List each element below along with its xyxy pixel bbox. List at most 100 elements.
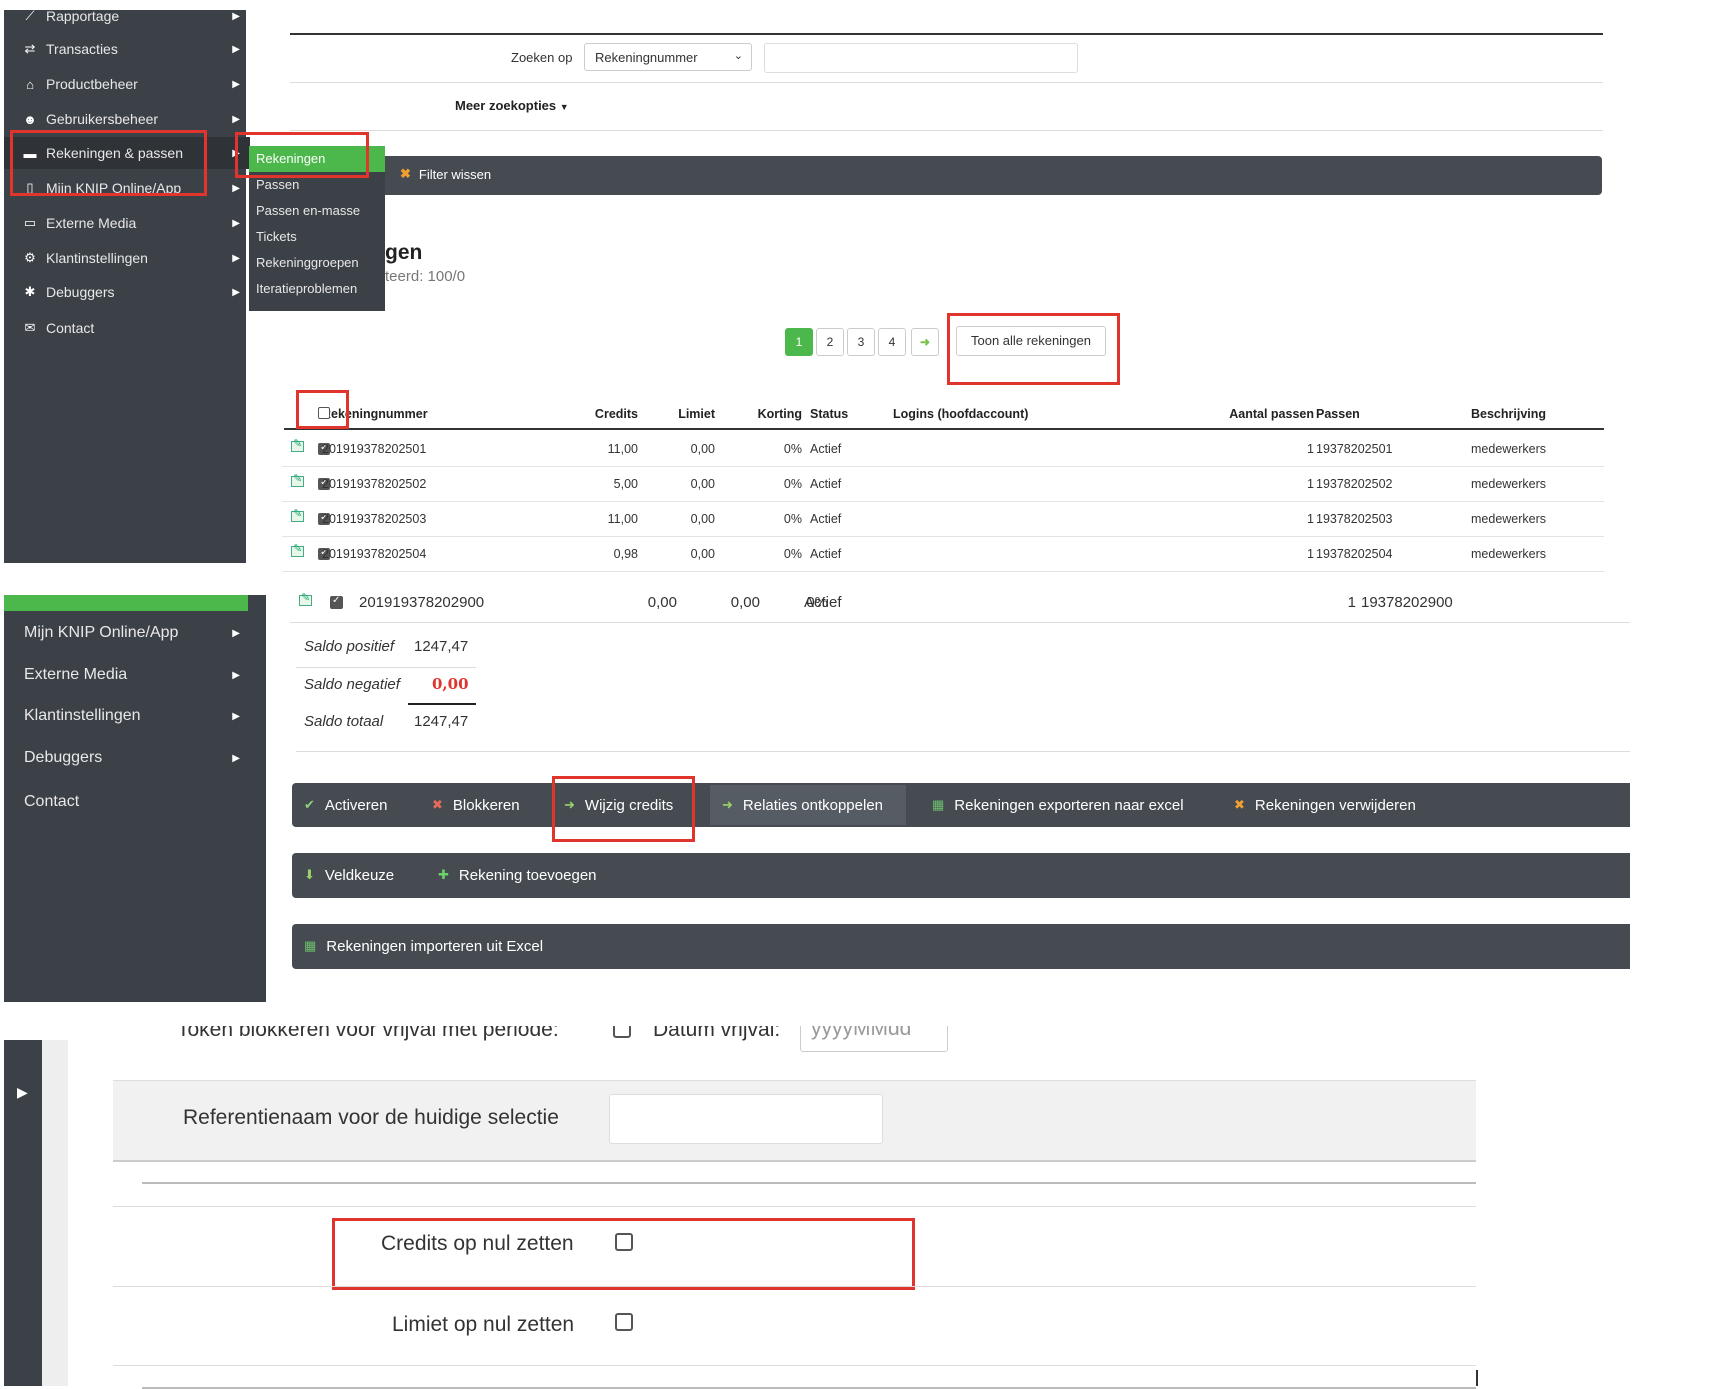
release-date-placeholder: yyyyMMdd [811, 1026, 912, 1040]
filter-clear-label: Filter wissen [418, 166, 492, 182]
column-header-korting[interactable]: Korting [747, 407, 802, 421]
cell-korting: 0% [783, 512, 802, 526]
rekeningen-importeren-uit-excel-button[interactable]: ▦ Rekeningen importeren uit Excel [304, 926, 543, 966]
page-2-button[interactable]: 2 [816, 328, 844, 356]
page-4-button[interactable]: 4 [878, 328, 906, 356]
submenu-item-passen-en-masse[interactable]: Passen en-masse [249, 198, 385, 224]
rekeningen-verwijderen-button[interactable]: ✖ Rekeningen verwijderen [1234, 785, 1416, 825]
column-header-logins-hoofdaccount[interactable]: Logins (hoofdaccount) [893, 407, 1093, 421]
veldkeuze-label: Veldkeuze [324, 866, 395, 884]
cell: 0,00 [730, 594, 760, 611]
divider [290, 130, 1603, 131]
block-icon: ✖ [432, 797, 443, 812]
column-header-rekeningnummer[interactable]: Rekeningnummer [322, 407, 522, 421]
cell-rekeningnummer[interactable]: 201919378202502 [322, 477, 522, 491]
edit-icon[interactable] [291, 507, 304, 522]
release-date-input[interactable]: yyyyMMdd [800, 1026, 948, 1052]
reference-label: Referentienaam voor de huidige selectie [183, 1106, 559, 1129]
plus-icon: ✚ [438, 867, 449, 882]
cell-passen: 19378202504 [1316, 547, 1393, 561]
block-token-checkbox[interactable] [613, 1026, 631, 1038]
relaties-ontkoppelen-button[interactable]: ➜ Relaties ontkoppelen [722, 785, 883, 825]
cell-status: Actief [810, 512, 842, 526]
edit-icon[interactable] [291, 437, 304, 452]
sidebar-item-externe-media[interactable]: Externe Media ▶ [4, 655, 250, 695]
cell: 19378202900 [1361, 594, 1453, 611]
caret-right-icon[interactable]: ▶ [17, 1084, 28, 1101]
table-row: 201919378202502 5,00 0,00 0% Actief 119378202… [282, 467, 1604, 502]
table-row: 201919378202504 0,98 0,00 0% Actief 119378202… [282, 537, 1604, 572]
column-header-credits[interactable]: Credits [578, 407, 638, 421]
activeren-button[interactable]: ✔ Activeren [304, 785, 387, 825]
sidebar-item-label: Mijn KNIP Online/App [24, 624, 179, 641]
rekening-toevoegen-button[interactable]: ✚ Rekening toevoegen [438, 855, 597, 895]
blokkeren-label: Blokkeren [452, 796, 520, 814]
column-header-passen[interactable]: Passen [1316, 407, 1436, 421]
cell-korting: 0% [783, 442, 802, 456]
cell-credits: 11,00 [607, 512, 638, 526]
cell: 0,00 [647, 594, 677, 611]
cell-beschrijving: medewerkers [1471, 477, 1547, 491]
column-header-beschrijving[interactable]: Beschrijving [1471, 407, 1601, 421]
more-search-options-toggle[interactable]: Meer zoekopties ▼ [455, 98, 569, 113]
submenu-item-iteratieproblemen[interactable]: Iteratieproblemen [249, 276, 385, 302]
cell-rekeningnummer[interactable]: 201919378202504 [322, 547, 522, 561]
table-row: 201919378202503 11,00 0,00 0% Actief 11937820… [282, 502, 1604, 537]
table-body: 20191937820250111,000,000%Actief11937820… [282, 432, 1604, 572]
cell-aantal-passen: 1 [1307, 547, 1314, 561]
cell-passen: 19378202503 [1316, 512, 1393, 526]
cell-rekeningnummer[interactable]: 201919378202503 [322, 512, 522, 526]
sidebar-item-klantinstellingen[interactable]: Klantinstellingen ▶ [4, 696, 250, 736]
sidebar-item-debuggers[interactable]: Debuggers ▶ [4, 738, 250, 778]
excel-icon: ▦ [932, 797, 945, 812]
cell-korting: 0% [783, 477, 802, 491]
cell-status: Actief [810, 547, 842, 561]
row-checkbox[interactable] [330, 595, 343, 609]
search-input[interactable] [764, 43, 1078, 73]
page-3-button[interactable]: 3 [847, 328, 875, 356]
sidebar-item-label: Externe Media [24, 666, 128, 683]
divider [296, 667, 476, 668]
search-field-select[interactable]: Rekeningnummer ⌄ [584, 43, 752, 71]
edit-icon[interactable] [291, 542, 304, 557]
arrow-icon: ➜ [722, 797, 733, 812]
caret-right-icon: ▶ [232, 752, 240, 764]
highlight-select-all [296, 390, 349, 429]
cell-rekeningnummer[interactable]: 201919378202501 [322, 442, 522, 456]
cell[interactable]: 201919378202900 [359, 594, 559, 611]
limit-zero-checkbox[interactable] [615, 1313, 633, 1331]
page-1-button[interactable]: 1 [785, 328, 813, 356]
relaties-ontkoppelen-label: Relaties ontkoppelen [742, 796, 884, 814]
submenu-item-tickets[interactable]: Tickets [249, 224, 385, 250]
sidebar-item-label: Contact [24, 793, 80, 810]
cell-limiet: 0,00 [690, 477, 715, 491]
cell: Actief [804, 594, 842, 611]
submenu-item-rekeninggroepen[interactable]: Rekeninggroepen [249, 250, 385, 276]
reference-input[interactable] [609, 1094, 883, 1144]
table-header-line [284, 428, 1604, 430]
search-field-select-value: Rekeningnummer [595, 50, 698, 65]
sidebar-item-contact[interactable]: Contact [4, 782, 250, 822]
edit-icon[interactable] [291, 472, 304, 487]
rekening-toevoegen-label: Rekening toevoegen [458, 866, 597, 884]
column-header-aantal-passen[interactable]: Aantal passen [1209, 407, 1314, 421]
scrollbar-edge [1476, 1370, 1478, 1386]
highlight-credits-zero [332, 1218, 915, 1290]
veldkeuze-button[interactable]: ⬇ Veldkeuze [304, 855, 394, 895]
filter-clear-button[interactable]: ✖ Filter wissen [400, 166, 491, 182]
blokkeren-button[interactable]: ✖ Blokkeren [432, 785, 520, 825]
divider [113, 1160, 1476, 1162]
column-header-limiet[interactable]: Limiet [665, 407, 715, 421]
column-header-status[interactable]: Status [810, 407, 870, 421]
cell-credits: 11,00 [607, 442, 638, 456]
caret-right-icon: ▶ [232, 710, 240, 722]
next-page-arrow-icon[interactable]: ➜ [911, 328, 939, 356]
page-title-partial: gen [385, 241, 423, 264]
cell-beschrijving: medewerkers [1471, 547, 1547, 561]
sidebar-item-mijn-knip-online-app[interactable]: Mijn KNIP Online/App ▶ [4, 613, 250, 653]
table-row: 201919378202501 11,00 0,00 0% Actief 11937820… [282, 432, 1604, 467]
sidebar-item-label: Klantinstellingen [24, 707, 141, 724]
rekeningen-exporteren-naar-excel-button[interactable]: ▦ Rekeningen exporteren naar excel [932, 785, 1184, 825]
edit-icon[interactable] [299, 591, 312, 606]
saldo-positief-value: 1247,47 [414, 638, 469, 655]
